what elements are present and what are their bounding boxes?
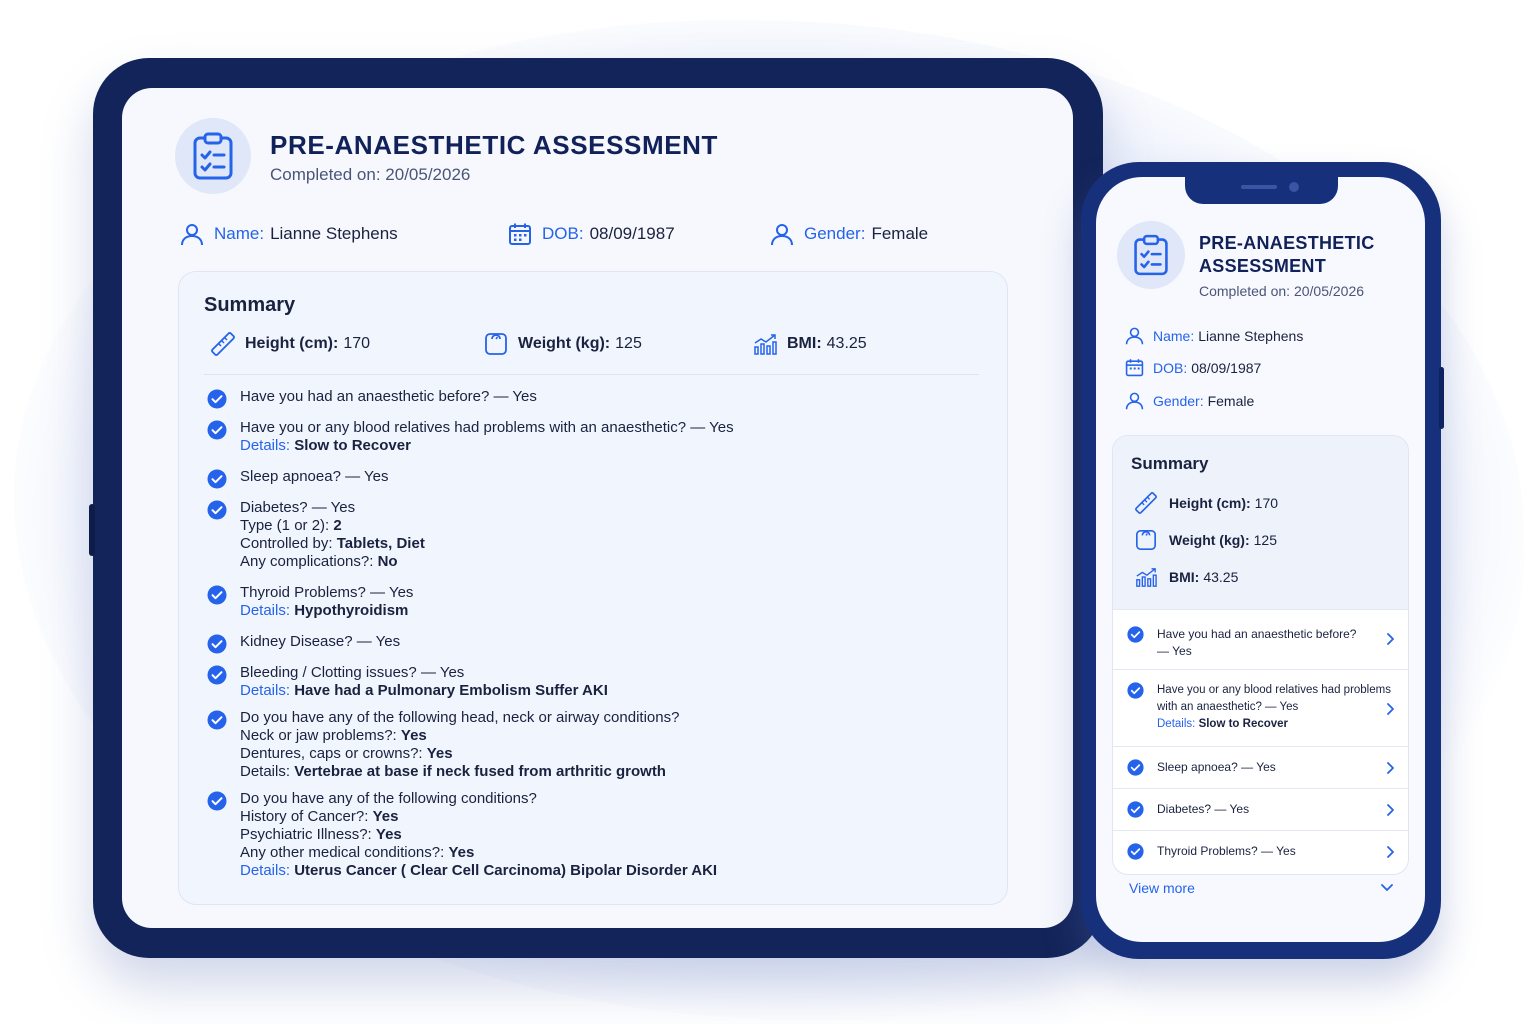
metric-bmi: BMI: 43.25 xyxy=(753,332,867,356)
camera xyxy=(1289,182,1299,192)
patient-dob: DOB: 08/09/1987 xyxy=(1125,358,1261,377)
completed-date: Completed on: 20/05/2026 xyxy=(1199,283,1365,299)
check-circle-icon xyxy=(1127,843,1144,860)
question-item: Do you have any of the following conditi… xyxy=(207,790,987,880)
user-icon xyxy=(1125,327,1144,345)
phone-notch xyxy=(1185,177,1338,204)
check-circle-icon xyxy=(207,469,227,489)
question-item: Thyroid Problems? — Yes Details: Hypothy… xyxy=(207,584,987,620)
patient-name: Name: Lianne Stephens xyxy=(1125,326,1303,345)
question-item: Do you have any of the following head, n… xyxy=(207,709,987,781)
check-circle-icon xyxy=(207,500,227,520)
chevron-right-icon[interactable] xyxy=(1386,761,1396,775)
question-item: Bleeding / Clotting issues? — Yes Detail… xyxy=(207,664,987,700)
metric-height: Height (cm): 170 xyxy=(1135,492,1278,514)
chevron-right-icon[interactable] xyxy=(1386,803,1396,817)
check-circle-icon xyxy=(207,665,227,685)
check-circle-icon xyxy=(207,710,227,730)
question-item: Sleep apnoea? — Yes xyxy=(207,468,987,489)
scale-icon xyxy=(1136,530,1156,550)
ruler-icon xyxy=(1135,492,1157,514)
user-icon xyxy=(771,224,793,246)
patient-name: Name: Lianne Stephens xyxy=(180,222,398,246)
calendar-icon xyxy=(1125,359,1144,377)
check-circle-icon xyxy=(1127,626,1144,643)
list-item[interactable]: Sleep apnoea? — Yes xyxy=(1113,746,1408,788)
question-item: Have you had an anaesthetic before? — Ye… xyxy=(207,388,987,409)
question-item: Diabetes? — Yes Type (1 or 2): 2 Control… xyxy=(207,499,987,571)
ruler-icon xyxy=(211,332,235,356)
list-item[interactable]: Have you had an anaesthetic before? — Ye… xyxy=(1113,609,1408,669)
chevron-right-icon[interactable] xyxy=(1386,632,1396,646)
patient-gender: Gender: Female xyxy=(770,222,928,246)
check-circle-icon xyxy=(207,585,227,605)
check-circle-icon xyxy=(207,791,227,811)
summary-heading: Summary xyxy=(1131,454,1209,473)
metric-weight: Weight (kg): 125 xyxy=(484,332,642,356)
metric-bmi: BMI: 43.25 xyxy=(1135,566,1238,588)
calendar-icon xyxy=(509,223,531,245)
growth-chart-icon xyxy=(1136,568,1157,587)
check-circle-icon xyxy=(207,634,227,654)
list-item[interactable]: Have you or any blood relatives had prob… xyxy=(1113,669,1408,746)
question-list: Have you had an anaesthetic before? — Ye… xyxy=(207,388,987,880)
question-item: Have you or any blood relatives had prob… xyxy=(207,419,987,455)
scale-icon xyxy=(485,333,507,355)
page-title: PRE-ANAESTHETIC ASSESSMENT xyxy=(270,130,719,160)
check-circle-icon xyxy=(207,389,227,409)
user-icon xyxy=(181,224,203,246)
list-item[interactable]: Diabetes? — Yes xyxy=(1113,788,1408,830)
completed-date: Completed on: 20/05/2026 xyxy=(270,165,471,184)
list-item[interactable]: Thyroid Problems? — Yes xyxy=(1113,830,1408,874)
metric-height: Height (cm): 170 xyxy=(211,332,370,356)
check-circle-icon xyxy=(1127,759,1144,776)
page-title: PRE-ANAESTHETIC ASSESSMENT xyxy=(1199,233,1375,276)
summary-heading: Summary xyxy=(204,294,296,316)
summary-card: Summary Height (cm): 170 Weight (kg): 12… xyxy=(178,271,1008,905)
patient-dob: DOB: 08/09/1987 xyxy=(508,222,675,246)
clipboard-icon xyxy=(1117,221,1185,289)
tablet-screen: PRE-ANAESTHETIC ASSESSMENT Completed on:… xyxy=(122,88,1073,928)
patient-gender: Gender: Female xyxy=(1125,391,1254,410)
tablet-device: PRE-ANAESTHETIC ASSESSMENT Completed on:… xyxy=(89,58,1103,958)
summary-card: Summary Height (cm): 170 Weight (kg): 12… xyxy=(1112,435,1409,875)
question-item: Kidney Disease? — Yes xyxy=(207,633,987,654)
growth-chart-icon xyxy=(754,334,777,355)
chevron-down-icon[interactable] xyxy=(1380,882,1394,894)
clipboard-icon xyxy=(175,118,251,194)
phone-side-button xyxy=(1439,367,1444,429)
chevron-right-icon[interactable] xyxy=(1386,702,1396,716)
chevron-right-icon[interactable] xyxy=(1386,845,1396,859)
tablet-side-button xyxy=(89,504,95,556)
summary-divider xyxy=(204,374,979,375)
speaker xyxy=(1241,185,1277,189)
check-circle-icon xyxy=(1127,801,1144,818)
metric-weight: Weight (kg): 125 xyxy=(1135,529,1277,551)
check-circle-icon xyxy=(1127,682,1144,699)
phone-screen: PRE-ANAESTHETIC ASSESSMENT Completed on:… xyxy=(1096,177,1425,942)
check-circle-icon xyxy=(207,420,227,440)
view-more-link[interactable]: View more xyxy=(1129,880,1195,896)
user-icon xyxy=(1125,392,1144,410)
phone-device: PRE-ANAESTHETIC ASSESSMENT Completed on:… xyxy=(1081,162,1444,959)
